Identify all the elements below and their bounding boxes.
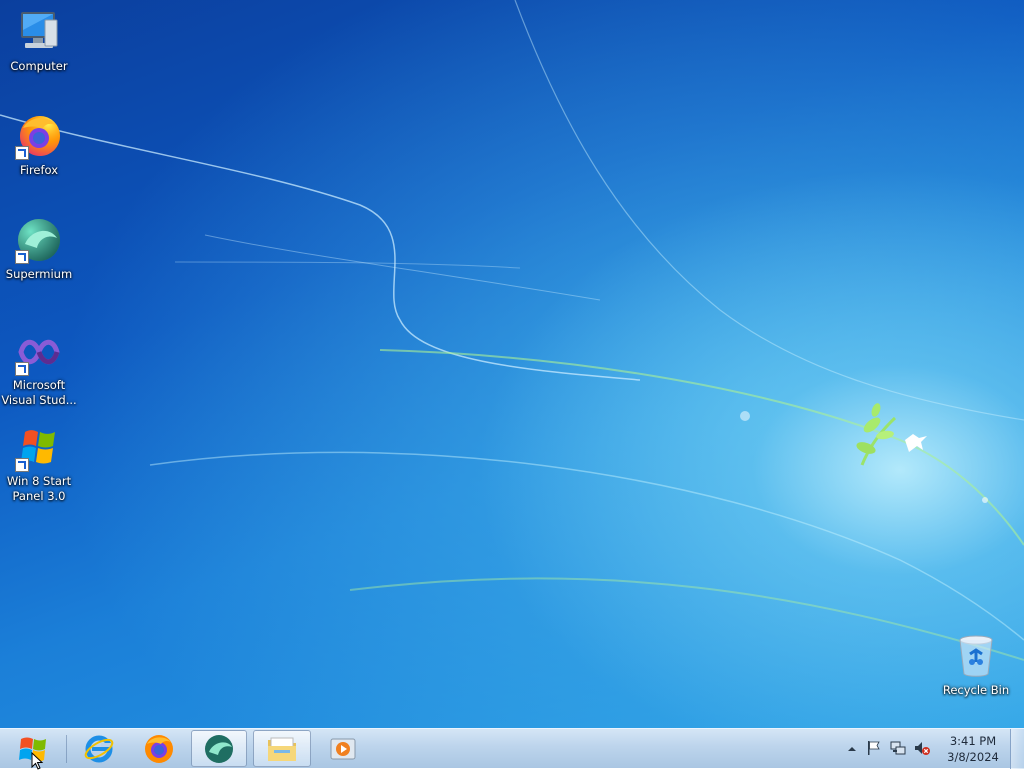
desktop-icon-label: Recycle Bin <box>942 683 1010 697</box>
taskbar-clock[interactable]: 3:41 PM 3/8/2024 <box>938 733 1008 765</box>
recycle-bin-icon <box>952 632 1000 680</box>
taskbar-button-firefox[interactable] <box>130 730 188 767</box>
desktop-icon-visual-studio[interactable]: Microsoft Visual Stud... <box>0 328 78 408</box>
bird-branch-decoration <box>856 403 927 466</box>
taskbar-button-file-explorer[interactable] <box>253 730 311 767</box>
clock-date: 3/8/2024 <box>947 750 999 764</box>
desktop-icon-label-line1: Win 8 Start <box>6 474 72 488</box>
show-hidden-icons-chevron[interactable] <box>844 740 860 756</box>
volume-muted-icon[interactable] <box>914 740 930 756</box>
file-explorer-icon <box>268 737 296 761</box>
desktop-icon-firefox[interactable]: Firefox <box>0 112 78 178</box>
action-center-flag-icon[interactable] <box>866 740 882 756</box>
firefox-icon <box>15 112 63 160</box>
desktop-icon-label: Firefox <box>19 163 59 177</box>
desktop-icon-supermium[interactable]: Supermium <box>0 216 78 282</box>
shortcut-arrow-icon <box>15 362 29 376</box>
desktop-icon-label-line1: Microsoft <box>12 378 66 392</box>
taskbar-button-media-player[interactable] <box>314 730 372 767</box>
media-player-icon <box>330 738 356 759</box>
desktop-icon-computer[interactable]: Computer <box>0 8 78 74</box>
shortcut-arrow-icon <box>15 250 29 264</box>
notification-area <box>840 729 940 769</box>
internet-explorer-icon <box>84 735 114 762</box>
shortcut-arrow-icon <box>15 146 29 160</box>
firefox-icon <box>145 734 173 763</box>
show-desktop-button[interactable] <box>1010 729 1024 769</box>
supermium-icon <box>15 216 63 264</box>
visual-studio-icon <box>15 328 63 376</box>
taskbar: 3:41 PM 3/8/2024 <box>0 728 1024 769</box>
mouse-pointer-icon <box>31 752 44 770</box>
shortcut-arrow-icon <box>15 458 29 472</box>
desktop-icon-win8-start-panel[interactable]: Win 8 Start Panel 3.0 <box>0 424 78 504</box>
wallpaper-decoration <box>0 0 1024 661</box>
desktop[interactable]: Computer Firefox Supermium Microsoft Vis… <box>0 0 1024 728</box>
desktop-icon-label-line2: Visual Stud... <box>1 393 77 407</box>
taskbar-separator <box>66 735 67 763</box>
desktop-icon-recycle-bin[interactable]: Recycle Bin <box>936 632 1016 698</box>
desktop-icon-label: Supermium <box>5 267 73 281</box>
taskbar-button-supermium[interactable] <box>191 730 247 767</box>
desktop-icon-label-line2: Panel 3.0 <box>12 489 66 503</box>
windows-logo-icon <box>15 424 63 472</box>
desktop-icon-label: Computer <box>10 59 68 73</box>
computer-icon <box>15 8 63 56</box>
supermium-icon <box>205 734 233 763</box>
clock-time: 3:41 PM <box>949 734 997 748</box>
taskbar-button-internet-explorer[interactable] <box>70 730 128 767</box>
network-icon[interactable] <box>890 740 906 756</box>
